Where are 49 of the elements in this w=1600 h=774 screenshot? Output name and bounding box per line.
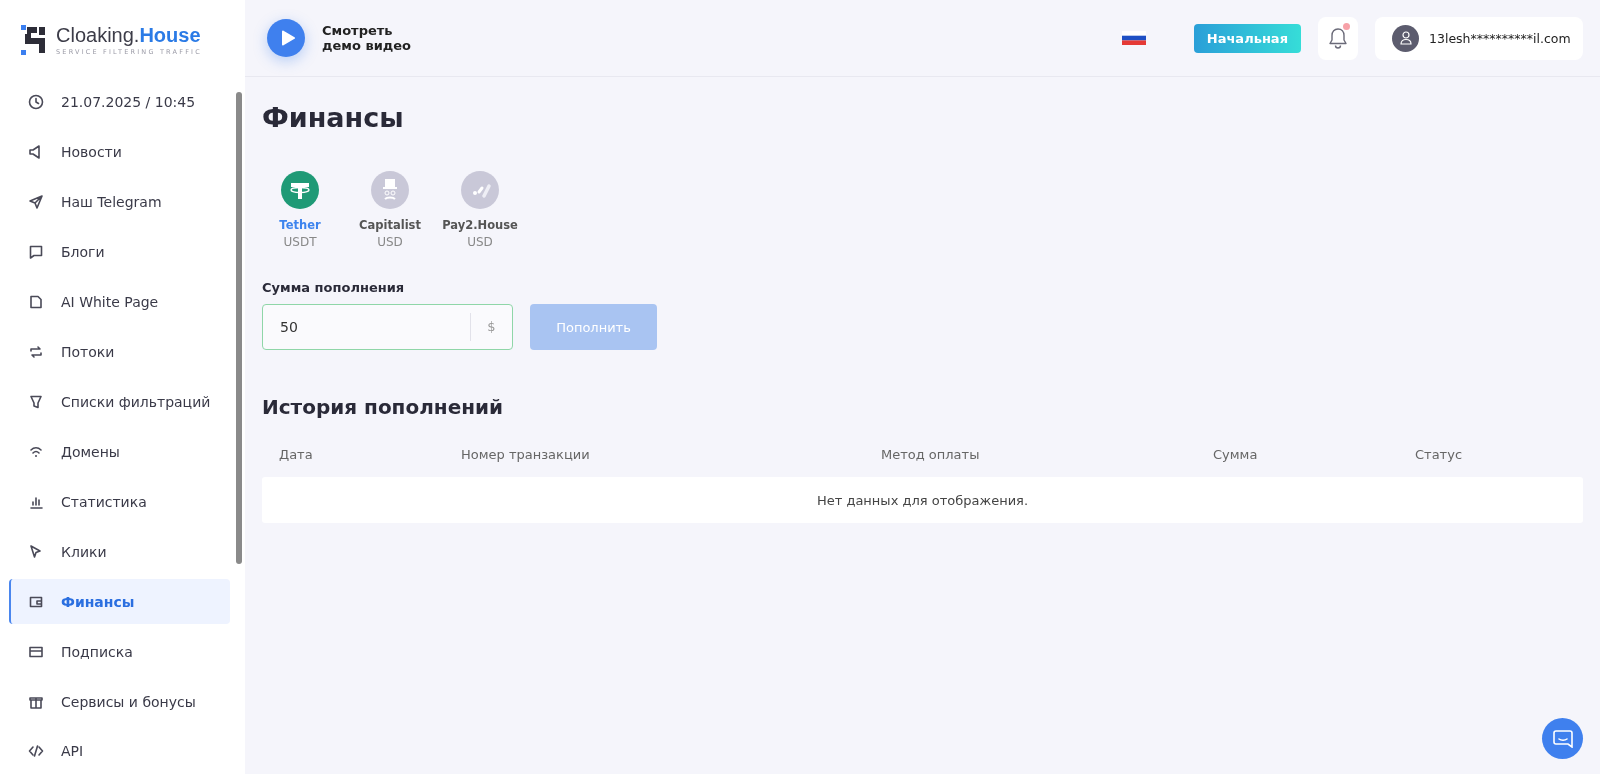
speech-bubble-icon <box>28 244 44 261</box>
sidebar-item[interactable]: 21.07.2025 / 10:45 <box>9 80 234 125</box>
history-title: История пополнений <box>262 395 505 419</box>
sidebar-item[interactable]: Потоки <box>9 329 234 375</box>
bell-icon <box>1328 27 1348 49</box>
cursor-icon <box>28 543 44 560</box>
payment-method-option[interactable]: Pay2.House USD <box>442 171 518 249</box>
clock-icon <box>28 94 44 111</box>
sidebar-item[interactable]: Списки фильтраций <box>9 379 234 425</box>
column-header[interactable]: Номер транзакции <box>461 447 590 462</box>
flag-icon[interactable] <box>1121 31 1146 45</box>
sidebar-item[interactable]: Статистика <box>9 479 234 525</box>
sidebar-item[interactable]: Наш Telegram <box>9 179 234 225</box>
avatar-icon <box>1392 24 1419 52</box>
sidebar-item[interactable]: Финансы <box>9 579 230 625</box>
code-icon <box>28 743 44 760</box>
dots-icon <box>461 171 499 209</box>
demo-video-link[interactable]: Смотреть демо видео <box>322 23 411 53</box>
column-header[interactable]: Статус <box>1415 447 1463 462</box>
empty-table-message: Нет данных для отображения. <box>262 477 1583 523</box>
logo-wordmark: Cloaking.House <box>56 24 202 46</box>
notifications-button[interactable] <box>1318 16 1358 60</box>
chat-button[interactable] <box>1542 718 1583 759</box>
column-header[interactable]: Метод оплаты <box>881 447 980 462</box>
play-button[interactable] <box>267 19 305 57</box>
sidebar-item[interactable]: Сервисы и бонусы <box>9 679 234 724</box>
sidebar-item[interactable]: API <box>9 729 234 774</box>
page-icon <box>28 294 44 311</box>
funnel-icon <box>28 394 44 410</box>
sidebar-item[interactable]: Клики <box>9 529 234 575</box>
sidebar-item[interactable]: AI White Page <box>9 279 234 325</box>
sidebar-item[interactable]: Блоги <box>9 229 234 275</box>
sidebar-item[interactable]: Домены <box>9 429 234 475</box>
amount-label: Сумма пополнения <box>262 280 406 295</box>
payment-method-option[interactable]: Capitalist USD <box>352 171 428 249</box>
user-menu-button[interactable]: 13lesh**********il.com <box>1375 16 1583 60</box>
tether-logo-icon <box>281 171 319 209</box>
sidebar-item[interactable]: Новости <box>9 129 234 175</box>
play-icon <box>280 30 295 46</box>
sidebar-item[interactable]: Подписка <box>9 629 234 675</box>
column-header[interactable]: Дата <box>279 447 313 462</box>
top-hat-icon <box>371 171 409 209</box>
logo-icon <box>21 25 47 55</box>
chat-icon <box>1552 729 1573 748</box>
currency-unit: $ <box>470 313 512 341</box>
paper-plane-icon <box>28 194 44 211</box>
column-header[interactable]: Сумма <box>1213 447 1258 462</box>
page-title: Финансы <box>262 102 405 133</box>
repeat-icon <box>28 344 44 361</box>
